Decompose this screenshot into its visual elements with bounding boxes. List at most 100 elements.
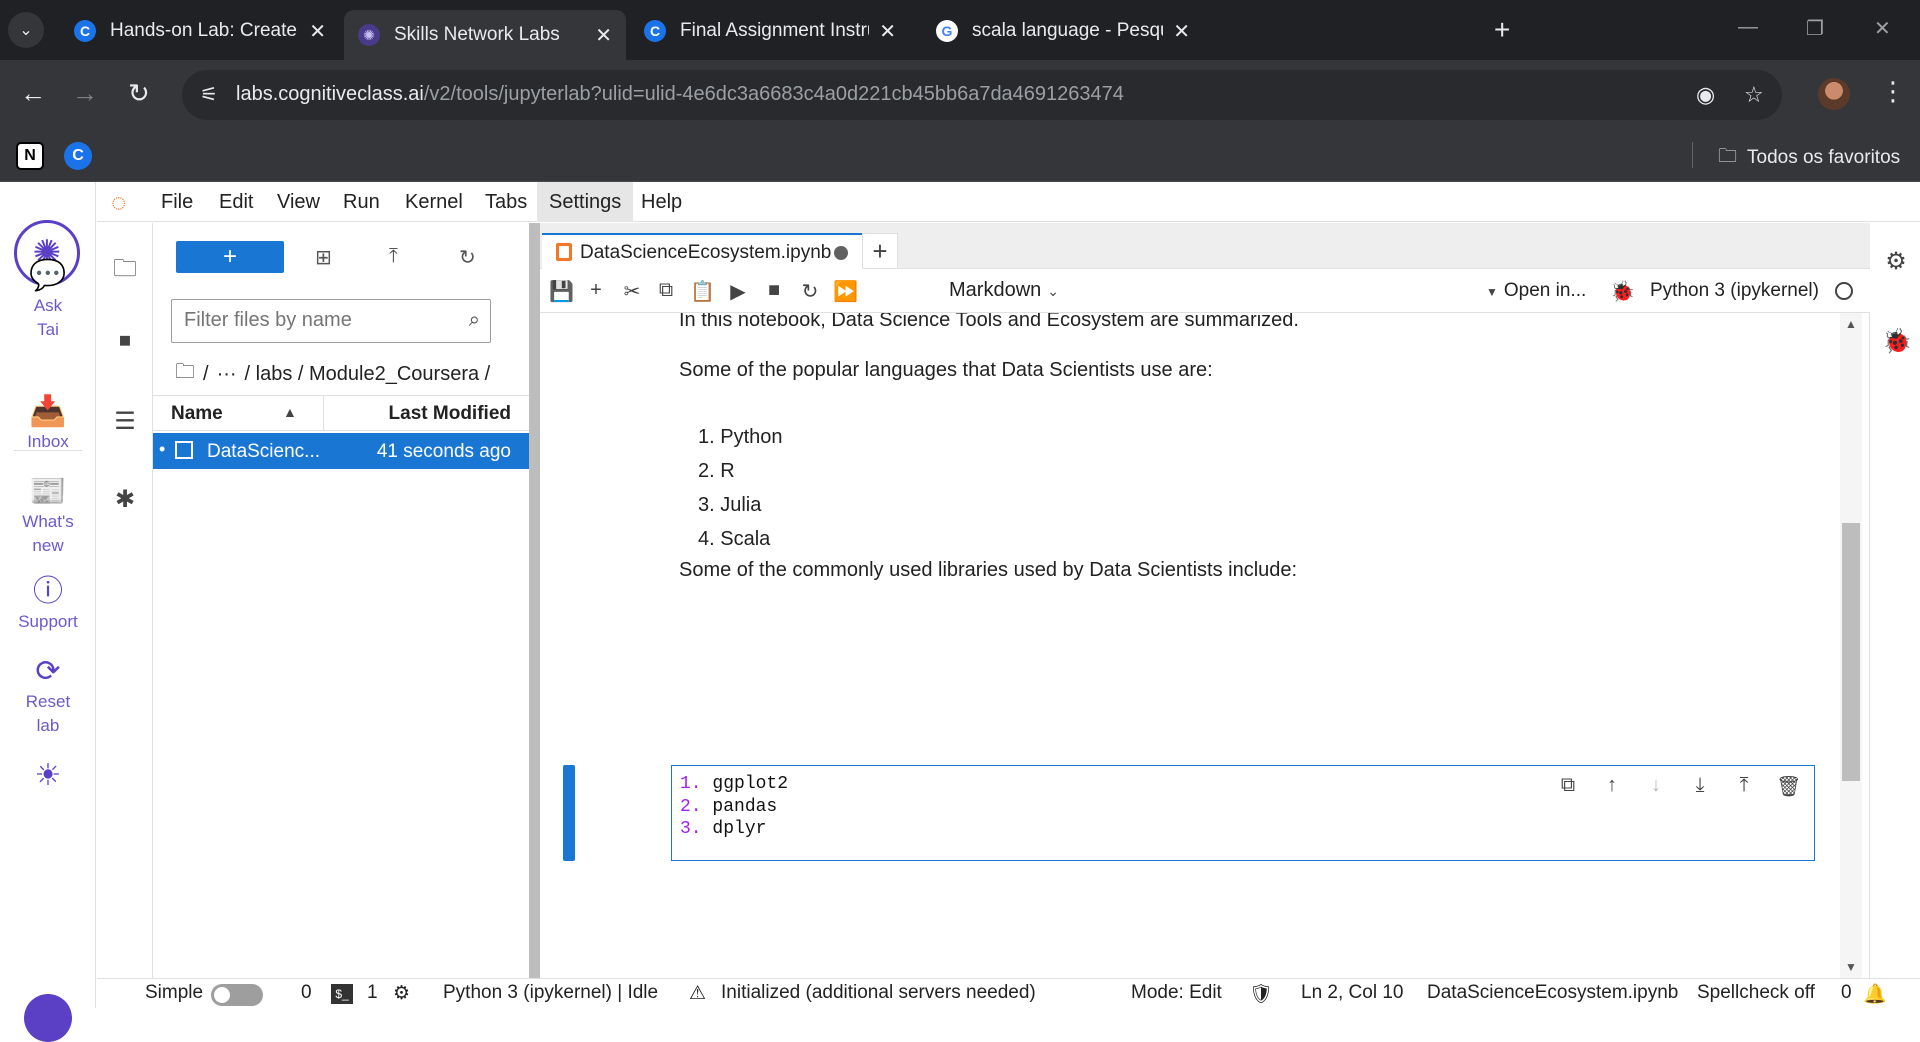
terminals-count[interactable]: 0 (301, 982, 312, 1004)
profile-avatar[interactable] (1818, 78, 1850, 110)
browser-tab-hands-on-lab[interactable]: C Hands-on Lab: Create your Jupy ✕ (60, 10, 340, 52)
scroll-up-arrow-icon[interactable]: ▲ (1845, 317, 1857, 331)
new-folder-icon[interactable]: ⊞ (315, 245, 332, 270)
close-window-icon[interactable]: ✕ (1874, 16, 1891, 41)
breadcrumb-ellipsis[interactable]: ··· (217, 363, 237, 386)
eye-slash-icon[interactable]: ◉ (1696, 82, 1715, 108)
open-in-dropdown[interactable]: ▼ Open in... (1486, 280, 1586, 302)
run-icon[interactable]: ▶ (726, 279, 750, 304)
cognitiveclass-bookmark-icon[interactable]: C (64, 142, 92, 170)
tab-search-chevron-icon[interactable]: ⌄ (8, 12, 44, 48)
reload-icon[interactable]: ↻ (128, 78, 150, 109)
unsaved-dot-icon[interactable] (834, 246, 848, 260)
browser-menu-icon[interactable]: ⋮ (1880, 76, 1906, 107)
close-tab-icon[interactable]: ✕ (879, 19, 896, 44)
kernel-selector[interactable]: Python 3 (ipykernel) (1650, 280, 1819, 302)
cut-icon[interactable]: ✂ (620, 279, 644, 304)
bell-icon[interactable]: 🔔 (1863, 982, 1887, 1006)
address-bar[interactable]: ⚟ labs.cognitiveclass.ai/v2/tools/jupyte… (182, 70, 1782, 120)
browser-tab-final-assignment[interactable]: C Final Assignment Instructions: C ✕ (630, 10, 910, 52)
scrollbar-thumb[interactable] (1842, 523, 1860, 781)
simple-mode-toggle[interactable] (211, 984, 263, 1006)
table-of-contents-icon[interactable]: ☰ (111, 407, 139, 435)
debugger-bug-icon[interactable]: 🐞 (1610, 279, 1635, 304)
terminal-icon[interactable]: $_ (331, 984, 353, 1004)
column-name-header[interactable]: Name (171, 403, 223, 425)
menu-tabs[interactable]: Tabs (473, 182, 539, 222)
browser-tab-google-search[interactable]: G scala language - Pesquisa Goog ✕ (922, 10, 1204, 52)
sort-ascending-icon[interactable]: ▲ (283, 404, 297, 420)
interrupt-stop-icon[interactable]: ■ (762, 279, 786, 302)
home-folder-icon[interactable]: 🗀 (175, 357, 195, 391)
cell-editor[interactable]: 1. ggplot2 2. pandas 3. dplyr ⧉ ↑ ↓ ⤓ ⤒ … (671, 765, 1815, 861)
extensions-puzzle-icon[interactable]: ✱ (111, 485, 139, 513)
refresh-icon[interactable]: ↻ (459, 245, 476, 270)
sidebar-item-whats-new[interactable]: 📰 What's new (0, 474, 96, 558)
duplicate-cell-icon[interactable]: ⧉ (1556, 774, 1580, 800)
notion-icon[interactable]: N (16, 142, 44, 170)
column-modified-header[interactable]: Last Modified (389, 403, 511, 425)
breadcrumb-path[interactable]: / labs / Module2_Coursera / (245, 363, 491, 386)
url-text[interactable]: labs.cognitiveclass.ai/v2/tools/jupyterl… (236, 83, 1124, 106)
cell-type-select[interactable]: Markdown ⌄ (949, 279, 1059, 302)
move-down-arrow-icon[interactable]: ↓ (1644, 774, 1668, 800)
menu-view[interactable]: View (265, 182, 332, 222)
file-browser-folder-icon[interactable]: 🗀 (111, 251, 139, 282)
kernels-count[interactable]: 1 (367, 982, 378, 1004)
menu-settings[interactable]: Settings (537, 182, 634, 222)
kernel-status[interactable]: Python 3 (ipykernel) | Idle (443, 982, 658, 1004)
minimize-window-icon[interactable]: — (1738, 16, 1758, 39)
filter-files-field[interactable]: ⌕ (171, 299, 491, 343)
lsp-status[interactable]: Initialized (additional servers needed) (721, 982, 1036, 1004)
insert-below-icon[interactable]: ⤓ (1688, 774, 1712, 800)
menu-run[interactable]: Run (331, 182, 392, 222)
menu-help[interactable]: Help (629, 182, 694, 222)
close-tab-icon[interactable]: ✕ (1173, 19, 1190, 44)
kernel-chip-icon[interactable]: ⚙ (393, 982, 410, 1005)
new-launcher-plus-icon[interactable]: + (862, 233, 898, 269)
restart-icon[interactable]: ↻ (798, 279, 822, 304)
close-tab-icon[interactable]: ✕ (595, 23, 612, 48)
tab-datascienceecosystem[interactable]: DataScienceEcosystem.ipynb (542, 233, 862, 270)
restore-window-icon[interactable]: ❐ (1806, 16, 1824, 41)
spellcheck-status[interactable]: Spellcheck off (1697, 982, 1815, 1004)
filter-files-input[interactable] (184, 300, 454, 340)
running-kernels-stop-icon[interactable]: ⏹ (111, 327, 139, 355)
file-list-item[interactable]: • DataScienc... 41 seconds ago (153, 433, 529, 469)
active-cell-collapser[interactable] (563, 765, 575, 861)
panel-splitter[interactable] (529, 223, 540, 978)
forward-arrow-icon[interactable]: → (72, 78, 98, 109)
cursor-position[interactable]: Ln 2, Col 10 (1301, 982, 1403, 1004)
property-inspector-gears-icon[interactable]: ⚙ (1882, 247, 1910, 275)
shield-check-icon[interactable]: 🛡 (1249, 982, 1273, 1006)
menu-edit[interactable]: Edit (207, 182, 265, 222)
back-arrow-icon[interactable]: ← (20, 78, 46, 109)
move-up-arrow-icon[interactable]: ↑ (1600, 774, 1624, 800)
sidebar-item-support[interactable]: ⓘ Support (0, 574, 96, 634)
sidebar-item-ask-tai[interactable]: 💬 Ask Tai (0, 258, 96, 342)
save-icon[interactable]: 💾 (549, 279, 574, 304)
paste-icon[interactable]: 📋 (690, 279, 715, 304)
upload-icon[interactable]: ⤒ (389, 245, 398, 268)
new-tab-plus-icon[interactable]: + (1494, 14, 1510, 46)
notifications-count[interactable]: 0 (1841, 982, 1852, 1004)
bookmark-star-icon[interactable]: ☆ (1744, 82, 1764, 108)
theme-toggle[interactable]: ☀ (0, 758, 96, 794)
notebook-scrollbar[interactable]: ▲ ▼ (1840, 313, 1862, 978)
scroll-down-arrow-icon[interactable]: ▼ (1845, 960, 1857, 974)
browser-tab-skills-network-labs[interactable]: ✺ Skills Network Labs ✕ (344, 10, 626, 60)
delete-trash-icon[interactable]: 🗑 (1776, 774, 1801, 800)
menu-file[interactable]: File (149, 182, 205, 222)
insert-above-icon[interactable]: ⤒ (1732, 774, 1756, 800)
sidebar-item-reset-lab[interactable]: ⟳ Reset lab (0, 654, 96, 738)
insert-cell-plus-icon[interactable]: + (584, 279, 608, 302)
site-settings-icon[interactable]: ⚟ (200, 82, 226, 108)
sidebar-item-inbox[interactable]: 📥 Inbox (0, 394, 96, 454)
new-launcher-button[interactable]: + (176, 241, 284, 273)
run-all-fast-forward-icon[interactable]: ⏩ (833, 279, 858, 304)
menu-kernel[interactable]: Kernel (393, 182, 475, 222)
close-tab-icon[interactable]: ✕ (309, 19, 326, 44)
all-bookmarks-folder[interactable]: 🗀 Todos os favoritos (1718, 142, 1900, 174)
debugger-bug-icon[interactable]: 🐞 (1882, 327, 1912, 355)
user-avatar-circle[interactable] (24, 994, 72, 1042)
